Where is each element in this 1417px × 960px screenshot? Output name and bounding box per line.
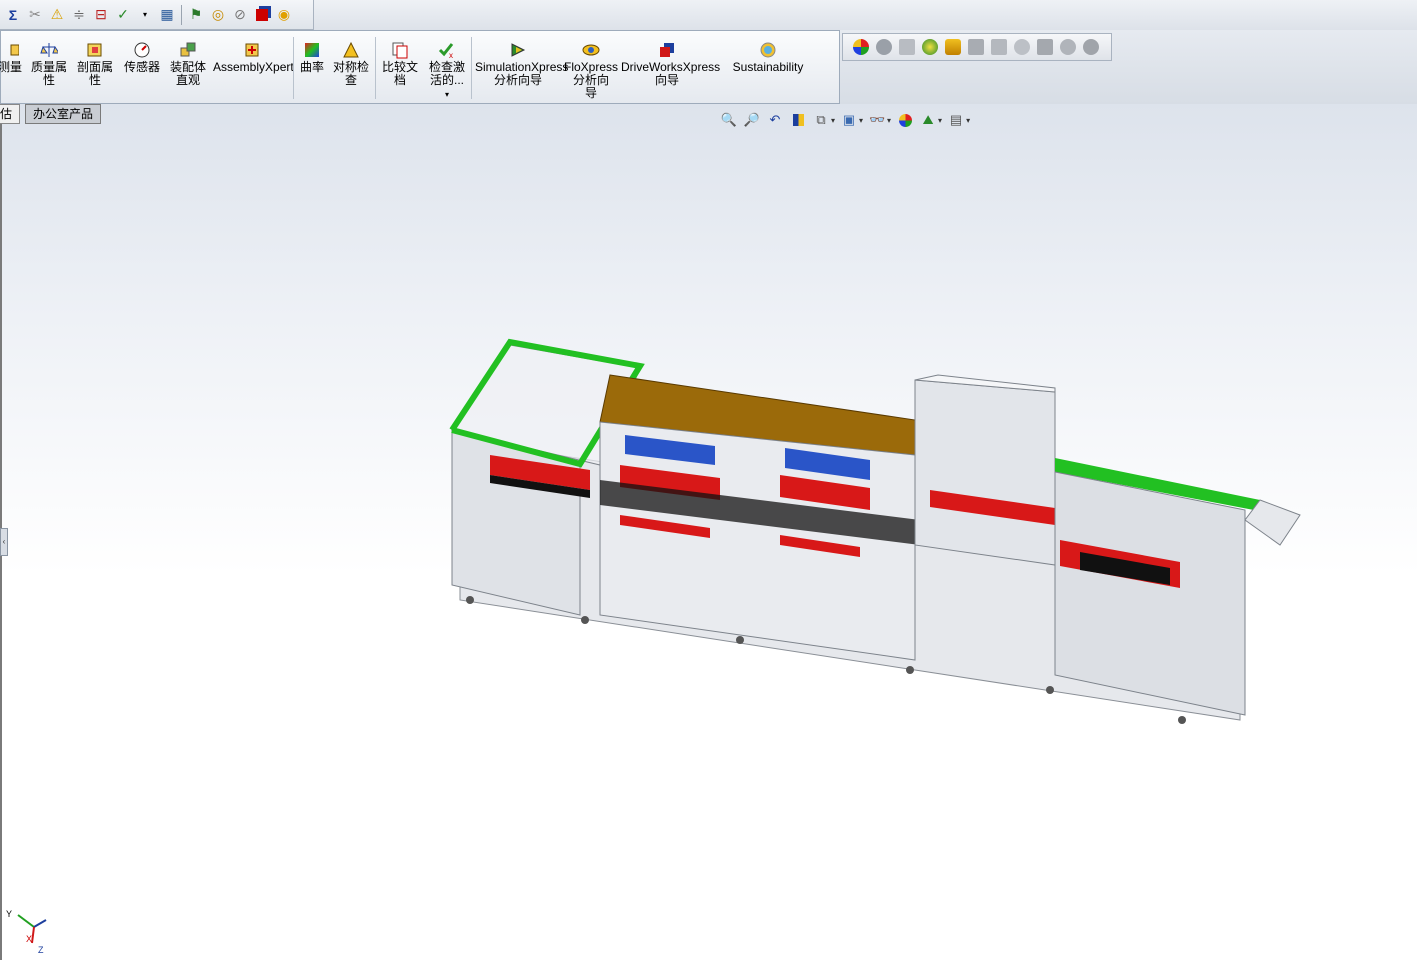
triad-x-label: X — [26, 934, 32, 944]
dropdown-caret-icon[interactable]: ▾ — [135, 5, 155, 25]
display-style-icon[interactable]: ▣ — [840, 112, 858, 128]
schedule-icon[interactable] — [1060, 39, 1076, 55]
tab-office-products[interactable]: 办公室产品 — [25, 104, 101, 124]
simulationxpress-button[interactable]: SimulationXpress 分析向导 — [475, 41, 568, 87]
check-active-button[interactable]: x 检查激 活的... ▾ — [425, 41, 469, 101]
check-active-icon: x — [438, 43, 454, 59]
table-icon[interactable]: ▦ — [157, 5, 177, 25]
view-settings-caret-icon[interactable]: ▾ — [966, 116, 970, 125]
hide-show-caret-icon[interactable]: ▾ — [887, 116, 891, 125]
view-orientation-caret-icon[interactable]: ▾ — [831, 116, 835, 125]
simulation-icon[interactable]: ⚑ — [186, 5, 206, 25]
floxpress-button[interactable]: FloXpress 分析向 导 — [563, 41, 619, 100]
sensor-button[interactable]: 传感器 — [121, 41, 163, 74]
apply-scene-icon[interactable]: ⛰ — [919, 112, 937, 128]
split-icon[interactable]: ≑ — [69, 5, 89, 25]
previous-view-icon[interactable]: ↶ — [766, 112, 784, 128]
check-activate-icon[interactable]: ✓ — [113, 5, 133, 25]
apply-scene-caret-icon[interactable]: ▾ — [938, 116, 942, 125]
scale-icon[interactable]: ✂ — [25, 5, 45, 25]
curvature-icon — [305, 43, 319, 57]
symmetry-check-icon — [343, 41, 359, 58]
mass-properties-icon — [40, 43, 58, 57]
driveworks-icon[interactable] — [252, 5, 272, 25]
assembly-visualization-button[interactable]: 装配体 直观 — [165, 41, 211, 87]
preview-icon[interactable] — [991, 39, 1007, 55]
cameras-icon[interactable] — [945, 39, 961, 55]
section-properties-button[interactable]: 剖面属 性 — [75, 41, 115, 87]
triad-y-label: Y — [6, 909, 12, 919]
group-separator — [293, 37, 294, 99]
zoom-to-fit-icon[interactable]: 🔍 — [720, 112, 738, 128]
floxpress-icon[interactable]: ◎ — [208, 5, 228, 25]
appearance-icon[interactable] — [853, 39, 869, 55]
assembly-model[interactable] — [440, 330, 1310, 730]
sum-icon[interactable]: Σ — [3, 5, 23, 25]
edit-appearance-icon[interactable] — [896, 112, 914, 128]
render-icon[interactable] — [968, 39, 984, 55]
assemblyxpert-icon — [245, 43, 259, 57]
scene-icon[interactable] — [899, 39, 915, 55]
section-view-icon[interactable] — [789, 112, 807, 128]
triad-z-label: Z — [38, 945, 44, 955]
zoom-area-icon[interactable]: 🔎 — [743, 112, 761, 128]
curvature-button[interactable]: 曲率 — [297, 41, 327, 74]
compare-icon[interactable]: ⊟ — [91, 5, 111, 25]
options-icon[interactable] — [1037, 39, 1053, 55]
floxpress-icon — [582, 44, 600, 56]
section-properties-icon — [87, 43, 102, 57]
check-circle-icon[interactable]: ⊘ — [230, 5, 250, 25]
heads-up-view-toolbar: 🔍 🔎 ↶ ⧉ ▾ ▣ ▾ 👓 ▾ ⛰ ▾ ▤ ▾ — [720, 110, 975, 130]
mass-properties-button[interactable]: 质量属 性 — [29, 41, 69, 87]
tab-evaluate[interactable]: 估 — [0, 104, 20, 124]
hide-show-icon[interactable]: 👓 — [868, 112, 886, 128]
display-style-caret-icon[interactable]: ▾ — [859, 116, 863, 125]
view-orientation-icon[interactable]: ⧉ — [812, 112, 830, 128]
driveworksxpress-icon — [660, 43, 674, 57]
coordinate-triad: Y X Z — [6, 909, 47, 955]
symmetry-check-button[interactable]: 对称检 查 — [331, 41, 371, 87]
toolbar-separator — [181, 4, 182, 25]
final-render-icon[interactable] — [1014, 39, 1030, 55]
group-separator — [375, 37, 376, 99]
measure-button[interactable]: 测量 — [0, 41, 25, 74]
measure-icon — [10, 44, 19, 56]
command-manager: 测量 质量属 性 剖面属 性 传感器 装配体 直观 AssemblyXpert … — [0, 30, 840, 104]
lights-icon[interactable] — [922, 39, 938, 55]
assemblyxpert-button[interactable]: AssemblyXpert — [213, 41, 294, 74]
render-toolbar — [842, 33, 1112, 61]
decal-icon[interactable] — [876, 39, 892, 55]
sensor-icon — [134, 42, 150, 58]
view-settings-icon[interactable]: ▤ — [947, 112, 965, 128]
svg-text:x: x — [449, 51, 453, 59]
warning-icon[interactable]: ⚠ — [47, 5, 67, 25]
sustainability-icon — [760, 42, 776, 58]
quick-access-toolbar: Σ ✂ ⚠ ≑ ⊟ ✓ ▾ ▦ ⚑ ◎ ⊘ ◉ — [0, 0, 314, 30]
assembly-visualization-icon — [180, 42, 196, 57]
more-dropdown-icon[interactable]: ▾ — [425, 88, 469, 101]
sustainability-button[interactable]: Sustainability — [729, 41, 807, 74]
recall-icon[interactable] — [1083, 39, 1099, 55]
title-strip — [314, 0, 1417, 30]
group-separator — [471, 37, 472, 99]
simulationxpress-icon — [511, 43, 526, 57]
sustainability-icon[interactable]: ◉ — [274, 5, 294, 25]
driveworksxpress-button[interactable]: DriveWorksXpress 向导 — [621, 41, 720, 87]
panel-collapse-handle[interactable]: ‹ — [0, 528, 8, 556]
compare-documents-icon — [392, 42, 408, 59]
compare-documents-button[interactable]: 比较文 档 — [379, 41, 421, 87]
